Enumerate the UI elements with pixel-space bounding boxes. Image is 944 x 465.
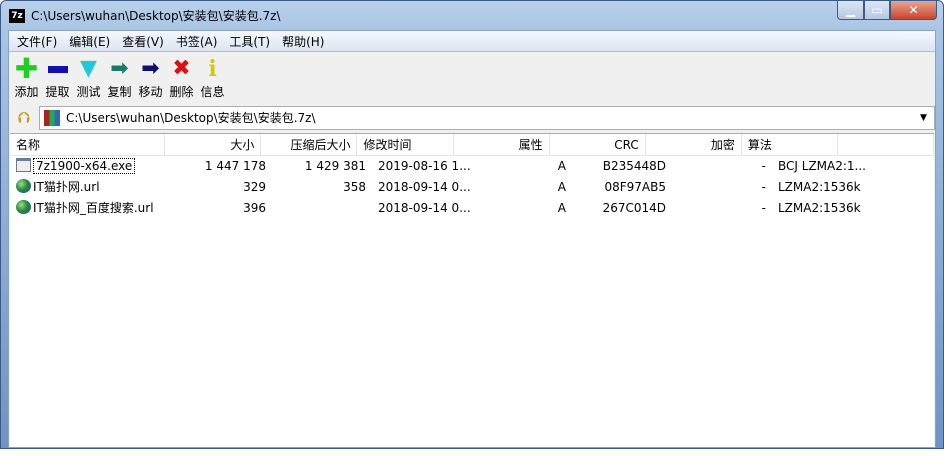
url-globe-icon xyxy=(16,179,31,193)
close-button[interactable]: ✕ xyxy=(890,1,937,20)
chevron-down-icon[interactable]: ▼ xyxy=(920,113,934,123)
add-button[interactable]: ✚ 添加 xyxy=(11,52,42,104)
copy-label: 复制 xyxy=(107,85,132,99)
info-icon: i xyxy=(208,56,217,82)
menu-edit[interactable]: 编辑(E) xyxy=(63,33,116,50)
file-encrypted: - xyxy=(761,201,766,215)
column-name[interactable]: 名称 xyxy=(10,134,166,155)
menu-tools[interactable]: 工具(T) xyxy=(223,33,276,50)
move-label: 移动 xyxy=(138,85,163,99)
app-window: 7z C:\Users\wuhan\Desktop\安装包\安装包.7z\ ▁ … xyxy=(0,0,944,449)
table-row[interactable]: 7z1900-x64.exe 1 447 178 1 429 381 2019-… xyxy=(10,156,934,177)
move-arrow-icon: ➡ xyxy=(141,56,160,81)
file-method: LZMA2:1536k xyxy=(778,201,861,215)
list-header: 名称 大小 压缩后大小 修改时间 属性 CRC 加密 算法 xyxy=(10,134,935,156)
file-packed-size xyxy=(272,198,372,219)
up-folder-button[interactable]: ⮉ xyxy=(9,105,39,130)
column-packed-size[interactable]: 压缩后大小 xyxy=(261,134,358,155)
minimize-button[interactable]: ▁ xyxy=(837,1,864,20)
menu-bar: 文件(F) 编辑(E) 查看(V) 书签(A) 工具(T) 帮助(H) xyxy=(9,31,935,52)
url-globe-icon xyxy=(16,200,31,214)
test-button[interactable]: ▼ 测试 xyxy=(73,56,104,104)
plus-icon: ✚ xyxy=(14,52,39,85)
menu-bookmarks[interactable]: 书签(A) xyxy=(170,33,224,50)
address-input[interactable]: C:\Users\wuhan\Desktop\安装包\安装包.7z\ ▼ xyxy=(39,105,935,130)
check-chevron-icon: ▼ xyxy=(80,56,97,81)
copy-button[interactable]: ➡ 复制 xyxy=(104,56,135,104)
file-encrypted: - xyxy=(761,159,766,173)
file-crc: 08F97AB5 xyxy=(604,180,666,194)
file-name: IT猫扑网_百度搜索.url xyxy=(33,201,154,215)
column-attributes[interactable]: 属性 xyxy=(454,134,550,155)
file-name: 7z1900-x64.exe xyxy=(33,158,136,174)
extract-button[interactable]: 提取 xyxy=(42,56,73,104)
menu-view[interactable]: 查看(V) xyxy=(116,33,170,50)
column-empty xyxy=(838,134,935,155)
copy-arrow-icon: ➡ xyxy=(110,56,129,81)
7zip-app-icon: 7z xyxy=(9,8,25,23)
file-name: IT猫扑网.url xyxy=(33,180,100,194)
file-packed-size: 1 429 381 xyxy=(304,159,366,173)
file-method: BCJ LZMA2:1... xyxy=(778,159,866,173)
file-modified: 2019-08-16 1... xyxy=(378,159,471,173)
file-attributes: A xyxy=(557,159,566,173)
delete-label: 删除 xyxy=(169,85,194,99)
extract-label: 提取 xyxy=(45,85,70,99)
file-attributes: A xyxy=(557,180,566,194)
exe-file-icon xyxy=(16,158,31,172)
file-packed-size: 358 xyxy=(343,180,366,194)
table-row[interactable]: IT猫扑网.url 329 358 2018-09-14 0... A 08F9… xyxy=(10,177,934,198)
file-crc: B235448D xyxy=(602,159,666,173)
file-size: 329 xyxy=(243,180,266,194)
file-size: 1 447 178 xyxy=(204,159,266,173)
test-label: 测试 xyxy=(76,85,101,99)
maximize-button[interactable]: ▭ xyxy=(864,1,890,20)
toolbar: ✚ 添加 提取 ▼ 测试 ➡ 复制 ➡ 移动 ✖ 删除 i 信息 xyxy=(9,52,935,104)
address-bar: ⮉ C:\Users\wuhan\Desktop\安装包\安装包.7z\ ▼ xyxy=(9,105,935,130)
file-modified: 2018-09-14 0... xyxy=(378,180,471,194)
client-area: 文件(F) 编辑(E) 查看(V) 书签(A) 工具(T) 帮助(H) ✚ 添加 … xyxy=(8,30,936,448)
minus-icon xyxy=(47,56,68,82)
file-modified: 2018-09-14 0... xyxy=(378,201,471,215)
delete-x-icon: ✖ xyxy=(172,56,191,81)
title-bar: 7z C:\Users\wuhan\Desktop\安装包\安装包.7z\ ▁ … xyxy=(1,1,943,30)
menu-file[interactable]: 文件(F) xyxy=(11,33,63,50)
column-size[interactable]: 大小 xyxy=(165,134,262,155)
menu-help[interactable]: 帮助(H) xyxy=(276,33,330,50)
archive-icon xyxy=(44,109,60,126)
info-button[interactable]: i 信息 xyxy=(197,56,228,104)
column-crc[interactable]: CRC xyxy=(550,134,646,155)
table-row[interactable]: IT猫扑网_百度搜索.url 396 2018-09-14 0... A 267… xyxy=(10,198,934,219)
file-size: 396 xyxy=(243,201,266,215)
column-method[interactable]: 算法 xyxy=(742,134,838,155)
add-label: 添加 xyxy=(14,85,39,99)
file-crc: 267C014D xyxy=(602,201,666,215)
file-method: LZMA2:1536k xyxy=(778,180,861,194)
move-button[interactable]: ➡ 移动 xyxy=(135,56,166,104)
file-list: 名称 大小 压缩后大小 修改时间 属性 CRC 加密 算法 7z1900-x64… xyxy=(10,133,935,447)
column-modified[interactable]: 修改时间 xyxy=(357,134,454,155)
column-encrypted[interactable]: 加密 xyxy=(646,134,742,155)
info-label: 信息 xyxy=(200,85,225,99)
file-attributes: A xyxy=(557,201,566,215)
file-encrypted: - xyxy=(761,180,766,194)
address-value: C:\Users\wuhan\Desktop\安装包\安装包.7z\ xyxy=(66,111,316,125)
delete-button[interactable]: ✖ 删除 xyxy=(166,56,197,104)
window-title: C:\Users\wuhan\Desktop\安装包\安装包.7z\ xyxy=(31,9,281,23)
